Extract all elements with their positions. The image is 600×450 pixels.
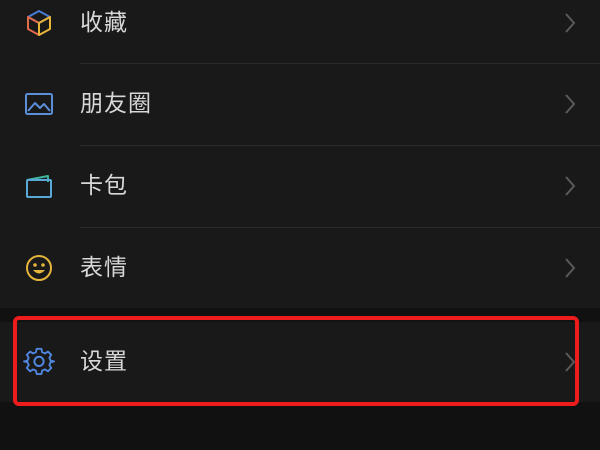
chevron-right-icon — [565, 258, 576, 278]
menu-item-favorites[interactable]: 收藏 — [0, 0, 600, 64]
me-page-menu: 收藏 朋友圈 卡包 表情 设置 — [0, 0, 600, 450]
smiley-face-icon — [22, 251, 56, 285]
favorites-cube-icon — [22, 6, 56, 40]
card-wallet-icon — [22, 169, 56, 203]
menu-item-card-wallet[interactable]: 卡包 — [0, 145, 600, 227]
menu-item-label: 卡包 — [80, 172, 128, 199]
bottom-spacer — [0, 402, 600, 450]
highlight-box — [13, 316, 579, 406]
menu-item-stickers[interactable]: 表情 — [0, 227, 600, 309]
chevron-right-icon — [565, 94, 576, 114]
menu-item-label: 朋友圈 — [80, 90, 152, 117]
menu-item-label: 收藏 — [80, 9, 128, 36]
chevron-right-icon — [565, 13, 576, 33]
menu-item-label: 表情 — [80, 254, 128, 281]
menu-item-moments[interactable]: 朋友圈 — [0, 63, 600, 145]
chevron-right-icon — [565, 176, 576, 196]
menu-group-main: 收藏 朋友圈 卡包 表情 — [0, 0, 600, 308]
moments-picture-icon — [22, 87, 56, 121]
